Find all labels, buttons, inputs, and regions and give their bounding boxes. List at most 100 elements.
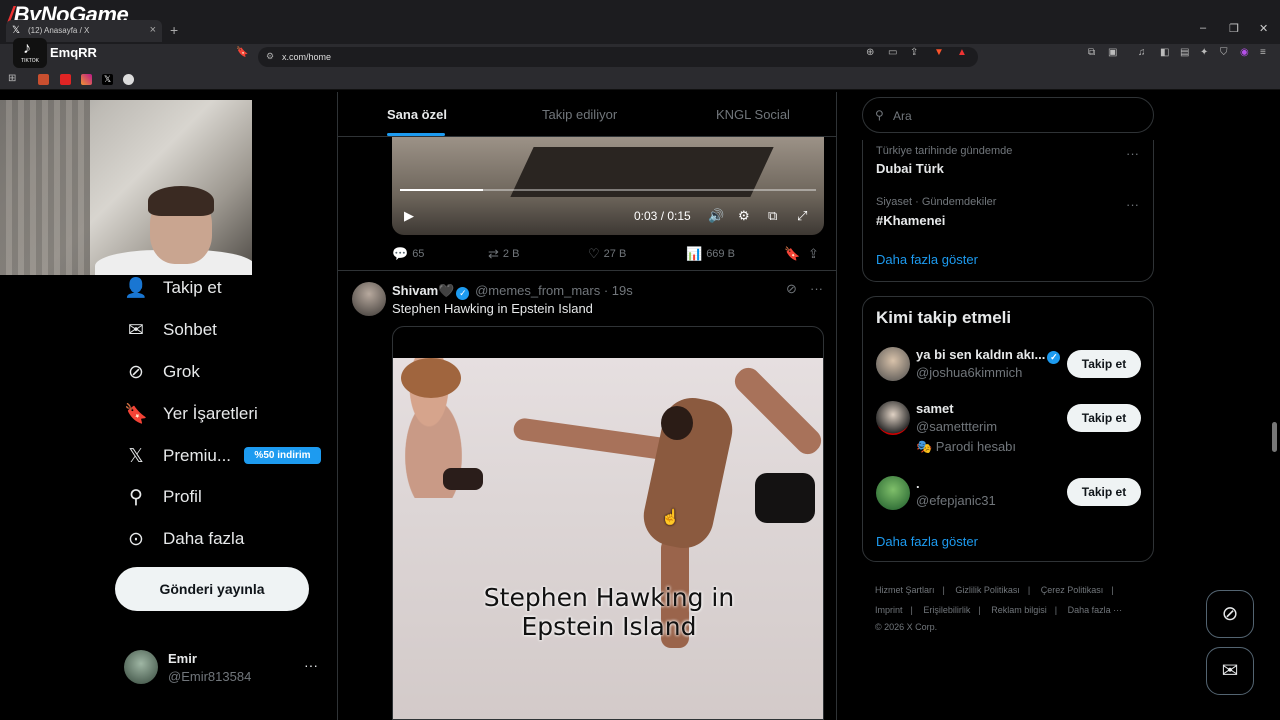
webcam-person-hair	[148, 186, 214, 216]
grok-icon[interactable]: ⊘	[786, 281, 797, 297]
follow-handle[interactable]: @efepjanic31	[916, 493, 996, 508]
media-icon[interactable]: ♫	[1138, 47, 1146, 58]
follow-name[interactable]: samet	[916, 401, 954, 416]
trend-name[interactable]: Dubai Türk	[876, 161, 944, 176]
footer-link[interactable]: Imprint	[875, 605, 903, 615]
tweet-more-icon[interactable]: ···	[810, 281, 823, 296]
tab-sana-ozel[interactable]: Sana özel	[387, 107, 447, 122]
share-action[interactable]: ⇪	[808, 246, 823, 262]
like-action[interactable]: ♡ 27 B	[588, 246, 626, 262]
nav-item-grok[interactable]: ⊘ Grok	[124, 358, 200, 386]
search-input[interactable]: ⚲ Ara	[862, 97, 1154, 133]
premium-discount-badge[interactable]: %50 indirim	[244, 447, 321, 464]
new-tab-button[interactable]: +	[170, 22, 178, 38]
trend-name[interactable]: #Khamenei	[876, 213, 945, 228]
nav-item-daha-fazla[interactable]: ⊙ Daha fazla	[124, 525, 244, 553]
tweet-author-name[interactable]: Shivam🖤	[392, 283, 454, 298]
nav-item-profil[interactable]: ⚲ Profil	[124, 483, 202, 511]
mail-icon: ✉	[128, 319, 144, 341]
trend-more-icon[interactable]: ···	[1126, 146, 1139, 161]
footer-link[interactable]: Erişilebilirlik	[923, 605, 970, 615]
trend-more-icon[interactable]: ···	[1126, 197, 1139, 212]
leo-ai-icon[interactable]: ✦	[1200, 47, 1208, 58]
account-name[interactable]: Emir	[168, 651, 197, 666]
play-icon[interactable]: ▶	[404, 208, 414, 224]
bookmark-youtube-icon[interactable]	[60, 74, 71, 85]
nav-item-takip-et[interactable]: 👤 Takip et	[124, 274, 221, 302]
follow-handle[interactable]: @samettterim	[916, 419, 997, 434]
follow-name[interactable]: .	[916, 476, 920, 491]
nav-item-bookmarks[interactable]: 🔖 Yer İşaretleri	[124, 400, 258, 428]
share-icon[interactable]: ⇪	[910, 47, 918, 58]
brave-shield-icon[interactable]: ▼	[934, 47, 944, 58]
scrollbar-thumb[interactable]	[1272, 422, 1277, 452]
follow-handle[interactable]: @joshua6kimmich	[916, 365, 1022, 380]
profile-icon[interactable]: ◉	[1240, 47, 1249, 58]
volume-icon[interactable]: 🔊	[708, 208, 724, 224]
wallet-icon[interactable]: ▤	[1180, 47, 1189, 58]
tweet-timestamp[interactable]: · 19s	[604, 283, 633, 298]
browser-tab-bar: /ByNoGame 𝕏 (12) Anasayfa / X × + – ❐ ✕	[0, 0, 1280, 44]
bookmark-instagram-icon[interactable]	[81, 74, 92, 85]
site-info-icon[interactable]: ⚙	[266, 51, 274, 62]
follow-name[interactable]: ya bi sen kaldın akı... ✓	[916, 347, 1062, 364]
account-handle[interactable]: @Emir813584	[168, 669, 251, 684]
follow-avatar[interactable]	[876, 347, 910, 381]
video-player-1[interactable]: ▶ 0:03 / 0:15 🔊 ⚙ ⧉ ⤢	[392, 137, 824, 235]
verified-badge-icon: ✓	[456, 287, 470, 300]
close-window-button[interactable]: ✕	[1259, 22, 1268, 35]
who-to-follow-panel: Kimi takip etmeli ya bi sen kaldın akı..…	[862, 296, 1154, 562]
repost-action[interactable]: ⇄ 2 B	[488, 246, 519, 262]
video-player-2[interactable]: Stephen Hawking in Epstein Island ☝	[392, 326, 824, 720]
pip-icon[interactable]: ⧉	[768, 208, 777, 224]
footer-link[interactable]: Hizmet Şartları	[875, 585, 935, 595]
footer-link[interactable]: Gizlilik Politikası	[955, 585, 1020, 595]
follow-button[interactable]: Takip et	[1067, 478, 1141, 506]
screenshot-icon[interactable]: ▣	[1108, 47, 1117, 58]
tab-takip-ediliyor[interactable]: Takip ediliyor	[542, 107, 617, 122]
follow-avatar[interactable]	[876, 401, 910, 435]
tab-close-button[interactable]: ×	[150, 24, 156, 36]
follow-show-more-link[interactable]: Daha fazla göster	[876, 534, 978, 549]
account-more-button[interactable]: ···	[304, 657, 318, 673]
tab-kngl-social[interactable]: KNGL Social	[716, 107, 790, 122]
follow-button[interactable]: Takip et	[1067, 404, 1141, 432]
footer-link[interactable]: Reklam bilgisi	[991, 605, 1047, 615]
bookmark-chatgpt-icon[interactable]	[123, 74, 134, 85]
bookmark-twitch-icon[interactable]	[38, 74, 49, 85]
maximize-button[interactable]: ❐	[1229, 22, 1239, 35]
account-avatar[interactable]	[124, 650, 158, 684]
post-button[interactable]: Gönderi yayınla	[115, 567, 309, 611]
zoom-icon[interactable]: ⊕	[866, 47, 874, 58]
grok-fab-button[interactable]: ⊘	[1206, 590, 1254, 638]
brave-rewards-icon[interactable]: ▲	[957, 47, 967, 58]
bookmark-page-icon[interactable]: 🔖	[236, 47, 248, 58]
page-scrollbar[interactable]	[1271, 95, 1277, 705]
vpn-icon[interactable]: ⛉	[1220, 47, 1228, 58]
tweet-author-avatar[interactable]	[352, 282, 386, 316]
sidebar-icon[interactable]: ◧	[1160, 47, 1169, 58]
minimize-button[interactable]: –	[1200, 22, 1206, 34]
nav-item-sohbet[interactable]: ✉ Sohbet	[124, 316, 217, 344]
footer-link[interactable]: Daha fazla ···	[1068, 605, 1123, 615]
fullscreen-icon[interactable]: ⤢	[797, 208, 807, 224]
trends-show-more-link[interactable]: Daha fazla göster	[876, 252, 978, 267]
extensions-icon[interactable]: ⧉	[1088, 47, 1095, 58]
bookmark-action[interactable]: 🔖	[784, 246, 804, 262]
follow-avatar[interactable]	[876, 476, 910, 510]
settings-icon[interactable]: ⚙	[738, 208, 750, 224]
footer-link[interactable]: Çerez Politikası	[1041, 585, 1104, 595]
views-action[interactable]: 📊 669 B	[686, 246, 735, 262]
feed-tabs: Sana özel Takip ediliyor KNGL Social	[338, 92, 836, 137]
bookmark-x-icon[interactable]: 𝕏	[102, 74, 113, 85]
video1-progress-bar[interactable]	[400, 189, 816, 191]
trend-meta: Siyaset · Gündemdekiler	[876, 196, 997, 208]
apps-grid-icon[interactable]: ⊞	[8, 73, 19, 84]
follow-button[interactable]: Takip et	[1067, 350, 1141, 378]
menu-icon[interactable]: ≡	[1260, 47, 1266, 58]
tweet-author-handle[interactable]: @memes_from_mars	[475, 283, 600, 298]
messages-fab-button[interactable]: ✉	[1206, 647, 1254, 695]
cast-icon[interactable]: ▭	[888, 47, 897, 58]
nav-item-premium[interactable]: 𝕏 Premiu...	[124, 442, 231, 470]
reply-action[interactable]: 💬 65	[392, 246, 424, 262]
